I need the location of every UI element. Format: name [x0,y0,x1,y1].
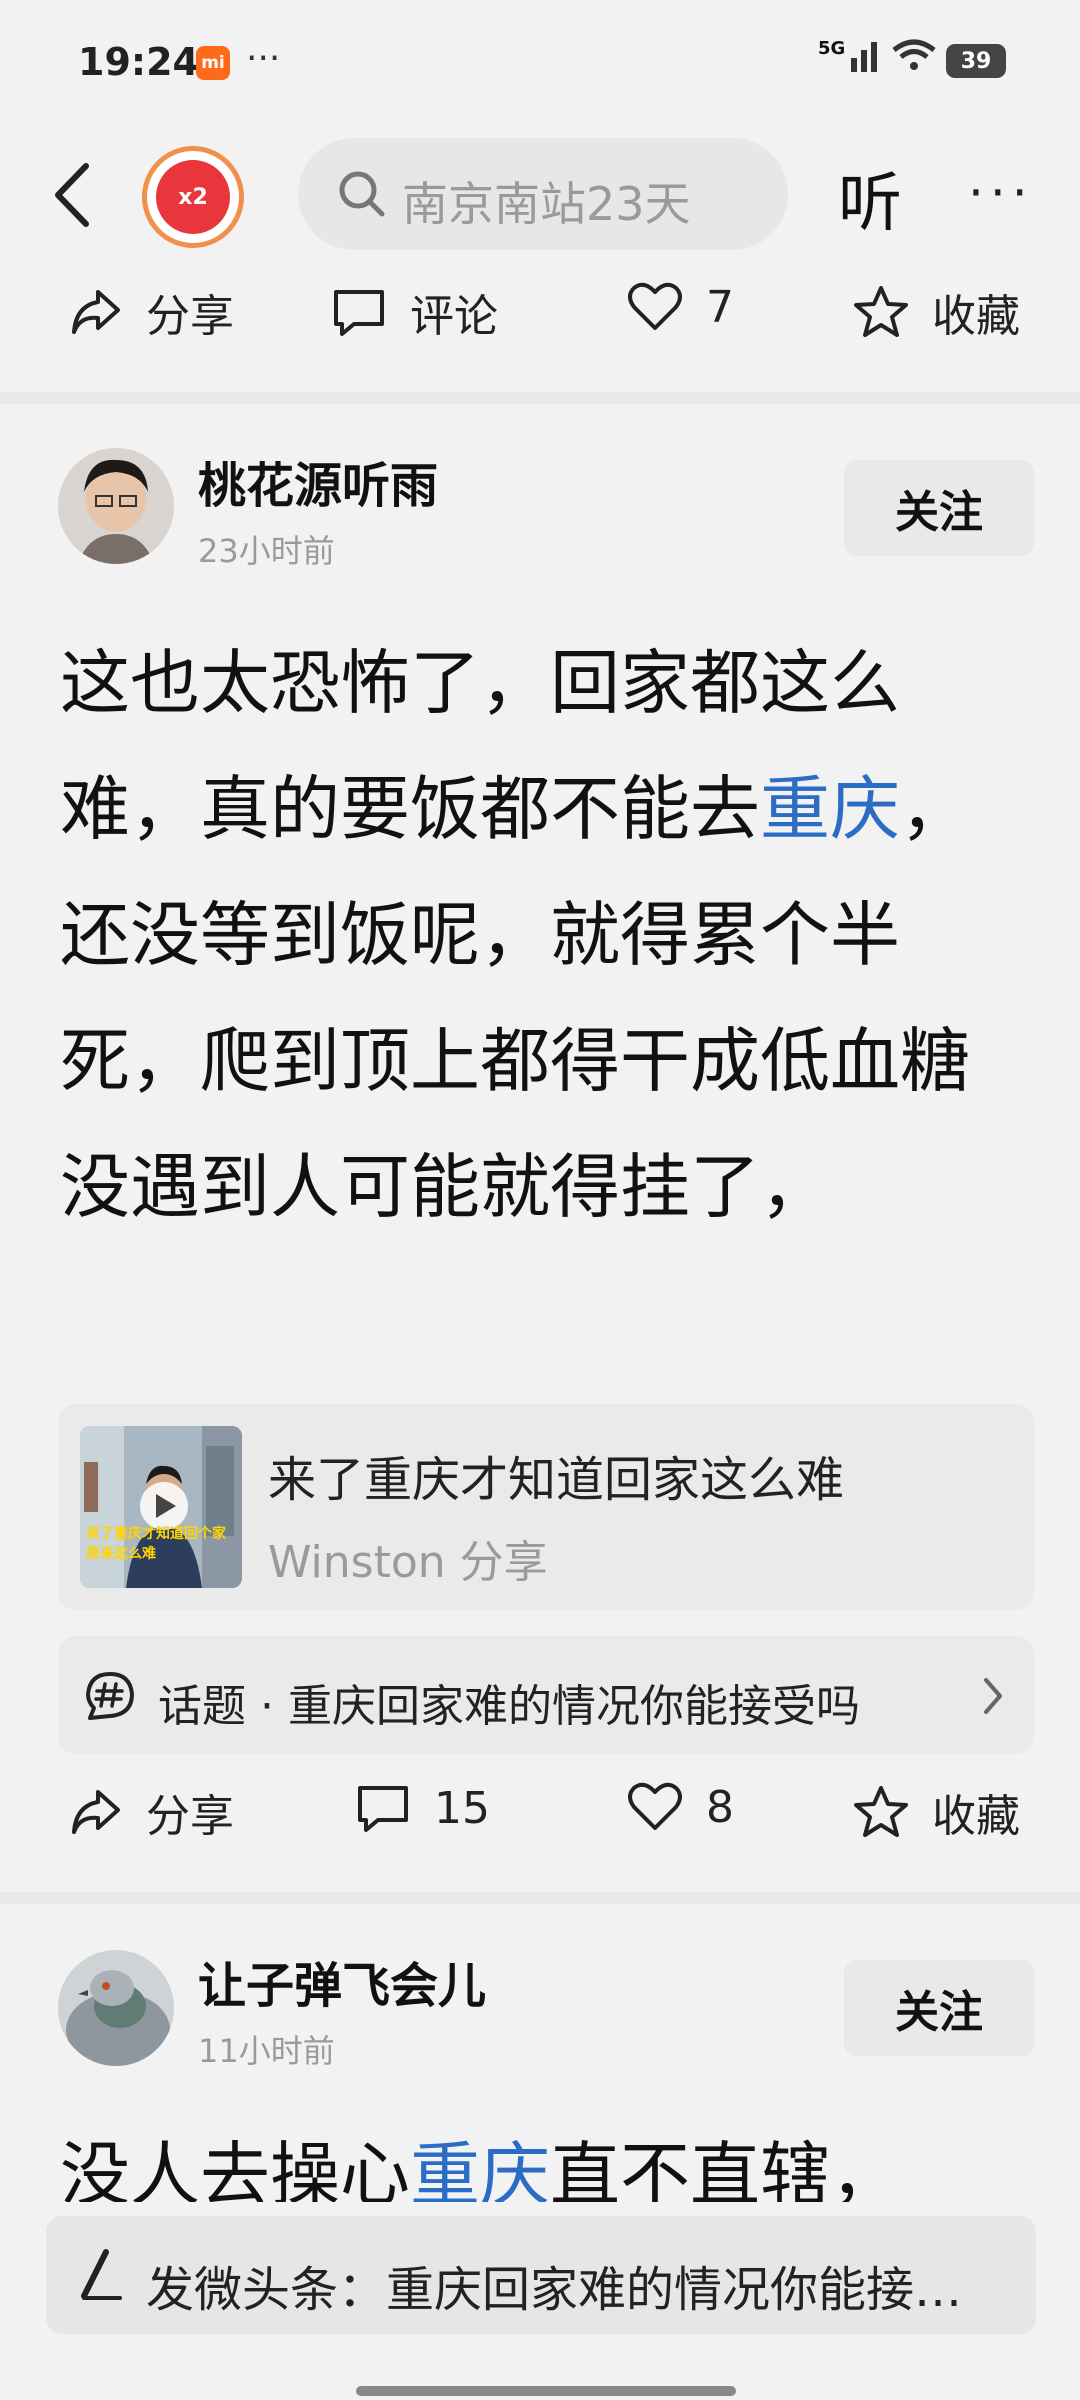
search-icon [339,171,385,217]
search-bar[interactable]: 南京南站23天 [298,138,788,250]
comment-icon [358,1786,408,1832]
like-button[interactable]: 7 [626,280,734,334]
thumbnail-caption: 来了重庆才知道回个家原来这么难 [86,1526,226,1562]
listen-button[interactable]: 听 [838,152,902,244]
home-indicator[interactable] [356,2386,736,2396]
topic-link[interactable]: 重庆 [760,768,900,850]
topic-text: 话题 · 重庆回家难的情况你能接受吗 [158,1670,948,1734]
video-thumbnail: 来了重庆才知道回个家原来这么难 [80,1426,242,1588]
comment-icon [334,290,384,336]
post-text: 没人去操心 [60,2134,410,2202]
shared-video-card[interactable]: 来了重庆才知道回个家原来这么难 来了重庆才知道回家这么难 Winston 分享 [58,1404,1034,1610]
like-count: 7 [706,281,734,333]
comment-button[interactable]: 15 [354,1780,490,1836]
post-time: 23小时前 [198,532,335,570]
status-more-icon: ··· [246,38,281,79]
topic-hashtag-icon [86,1672,134,1720]
username[interactable]: 让子弹飞会儿 [198,1946,486,2016]
favorite-label: 收藏 [932,1791,1020,1842]
divider [0,1892,1080,1904]
share-icon [72,1790,120,1834]
more-button[interactable]: ··· [968,164,1034,222]
user-avatar[interactable] [58,1950,174,2066]
comment-label: 评论 [410,291,498,342]
heart-icon [628,1782,682,1830]
red-packet-button[interactable]: x2 [142,146,244,248]
mi-app-icon: mi [196,46,230,80]
post-content: 没人去操心重庆直不直辖， [60,2112,1020,2202]
star-icon [854,286,908,337]
username[interactable]: 桃花源听雨 [198,446,438,516]
share-icon [72,290,120,334]
like-count: 8 [706,1781,734,1833]
topic-row[interactable]: 话题 · 重庆回家难的情况你能接受吗 [58,1636,1034,1754]
pen-icon [81,2249,122,2300]
user-avatar[interactable] [58,448,174,564]
follow-button[interactable]: 关注 [844,460,1034,556]
wifi-icon [892,39,936,70]
heart-icon [628,282,682,330]
divider [0,392,1080,404]
topic-link[interactable]: 重庆 [410,2134,550,2202]
star-icon [854,1786,908,1837]
compose-placeholder: 发微头条：重庆回家难的情况你能接受吗 [146,2262,1006,2318]
comment-button[interactable]: 评论 [330,280,498,344]
back-button[interactable] [44,160,104,230]
chevron-right-icon [984,1678,1002,1714]
card-source: Winston 分享 [268,1537,548,1588]
post-content: 这也太恐怖了，回家都这么难，真的要饭都不能去重庆，还没等到饭呢，就得累个半死，爬… [60,620,1020,1250]
share-button[interactable]: 分享 [68,1780,234,1844]
post-action-bar: 分享 15 8 收藏 [0,1780,1080,1860]
share-button[interactable]: 分享 [68,280,234,344]
status-time: 19:24 [78,40,199,84]
favorite-button[interactable]: 收藏 [852,280,1020,344]
search-placeholder: 南京南站23天 [402,177,691,231]
topic-separator: · [260,1681,274,1732]
pigeon-avatar-image [58,1950,174,2066]
signal-icon: 5G [818,38,937,72]
share-label: 分享 [146,291,234,342]
share-label: 分享 [146,1791,234,1842]
post-text: 直不直辖， [550,2134,900,2202]
favorite-button[interactable]: 收藏 [852,1780,1020,1844]
compose-bar[interactable]: 发微头条：重庆回家难的情况你能接受吗 [46,2216,1036,2334]
topic-title: 重庆回家难的情况你能接受吗 [288,1681,860,1732]
network-type: 5G [818,38,846,59]
card-title: 来了重庆才知道回家这么难 [268,1452,845,1508]
follow-button[interactable]: 关注 [844,1960,1034,2056]
chevron-left-icon [55,163,89,227]
battery-indicator: 39 [946,44,1006,78]
post-time: 11小时前 [198,2032,335,2070]
avatar-image [58,448,174,564]
topic-label: 话题 [158,1681,246,1732]
like-button[interactable]: 8 [626,1780,734,1834]
red-packet-icon: x2 [156,160,230,234]
comment-count: 15 [434,1782,490,1834]
favorite-label: 收藏 [932,291,1020,342]
top-action-bar: 分享 评论 7 收藏 [0,280,1080,360]
